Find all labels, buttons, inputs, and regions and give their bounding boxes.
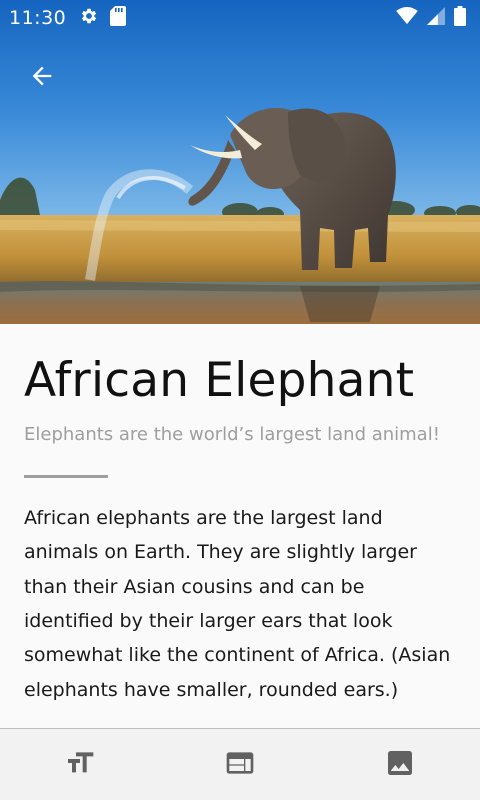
article-subtitle: Elephants are the world’s largest land a… [24, 424, 440, 446]
divider [24, 475, 108, 479]
back-button[interactable] [22, 58, 62, 98]
hero-image [0, 0, 480, 324]
article-title: African Elephant [24, 353, 415, 408]
text-size-icon [64, 747, 96, 783]
article-content: African Elephant Elephants are the world… [0, 324, 480, 728]
cell-signal-icon [426, 7, 446, 29]
battery-icon [454, 6, 466, 30]
settings-gear-icon [79, 6, 99, 30]
web-layout-button[interactable] [160, 729, 320, 800]
arrow-back-icon [28, 62, 56, 94]
text-size-button[interactable] [0, 729, 160, 800]
image-button[interactable] [320, 729, 480, 800]
article-body: African elephants are the largest land a… [24, 507, 451, 701]
bottom-navigation [0, 728, 480, 800]
status-time: 11:30 [9, 7, 67, 29]
status-bar: 11:30 [0, 0, 480, 36]
wifi-icon [396, 7, 418, 29]
elephant-photo [0, 0, 480, 324]
sd-card-icon [110, 6, 127, 30]
image-icon [384, 747, 416, 783]
web-layout-icon [224, 747, 256, 783]
